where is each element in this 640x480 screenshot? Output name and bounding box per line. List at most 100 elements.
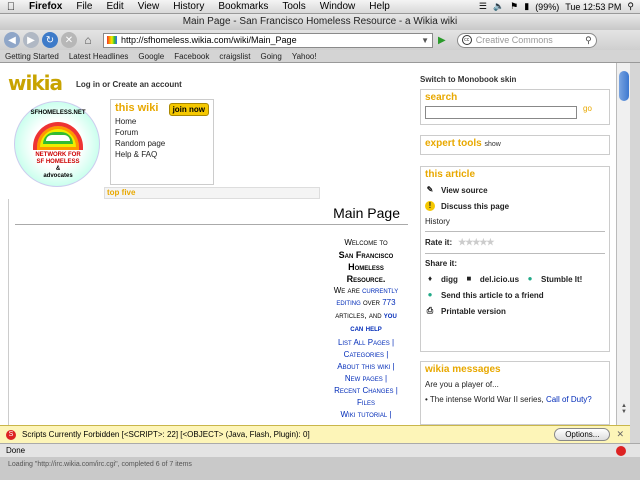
options-button[interactable]: Options...: [554, 428, 611, 441]
link-new-pages[interactable]: New pages: [345, 374, 383, 383]
bookmark-facebook[interactable]: Facebook: [169, 52, 214, 61]
join-now-button[interactable]: join now: [168, 103, 209, 116]
logo-bot: advocates: [43, 173, 73, 179]
bookmark-craigslist[interactable]: craigslist: [214, 52, 255, 61]
call-of-duty-link[interactable]: Call of Duty?: [546, 395, 592, 404]
home-icon[interactable]: ⌂: [80, 32, 96, 48]
url-dropdown-icon[interactable]: ▼: [421, 36, 429, 45]
wikia-messages-heading: wikia messages: [425, 364, 501, 375]
menu-history[interactable]: History: [166, 1, 211, 12]
monobook-link[interactable]: Switch to Monobook skin: [420, 75, 516, 84]
expert-tools-box: expert tools show: [420, 135, 610, 155]
loading-bar: Loading "http://irc.wikia.com/irc.cgi", …: [0, 457, 640, 480]
menu-app[interactable]: Firefox: [22, 1, 69, 12]
bookmark-going[interactable]: Going: [255, 52, 286, 61]
pencil-icon: ✎: [426, 185, 434, 194]
delicious-link[interactable]: del.icio.us: [480, 275, 519, 284]
share-label: Share it:: [425, 259, 458, 268]
rating-stars-icon[interactable]: ★★★★★: [458, 237, 494, 248]
close-icon[interactable]: ✕: [616, 429, 624, 440]
url-text: http://sfhomeless.wikia.com/wiki/Main_Pa…: [121, 35, 297, 45]
spotlight-icon[interactable]: ⚲: [627, 1, 634, 12]
main-links: List All Pages | Categories | About this…: [334, 338, 398, 419]
creative-commons-icon[interactable]: cc: [461, 35, 472, 45]
link-categories[interactable]: Categories: [344, 350, 384, 359]
noscript-status-icon[interactable]: [616, 446, 626, 456]
this-article-box: this article ✎ View source ! Discuss this …: [420, 166, 610, 352]
warning-icon: !: [425, 201, 435, 211]
link-files[interactable]: Files: [357, 398, 375, 407]
noscript-icon: S: [6, 429, 16, 440]
url-field[interactable]: http://sfhomeless.wikia.com/wiki/Main_Pa…: [103, 32, 433, 48]
page-content: wikia Log in or Create an account SFHOME…: [0, 63, 616, 425]
battery-percent: (99%): [535, 1, 560, 12]
site-logo[interactable]: SFHOMELESS.NET NETWORK FOR SF HOMELESS &…: [14, 101, 100, 187]
status-text: Done: [6, 446, 26, 455]
welcome-articles: articles, and: [335, 311, 382, 320]
wikia-logo[interactable]: wikia: [8, 71, 63, 95]
nav-toolbar: ◀ ▶ ↻ ✕ ⌂ http://sfhomeless.wikia.com/wi…: [0, 30, 640, 50]
stumble-link[interactable]: Stumble It!: [541, 275, 582, 284]
link-wiki-tutorial[interactable]: Wiki tutorial: [341, 410, 388, 419]
welcome-over: over: [362, 298, 380, 307]
digg-link[interactable]: digg: [441, 275, 458, 284]
menu-tools[interactable]: Tools: [275, 1, 312, 12]
reload-button[interactable]: ↻: [42, 32, 58, 48]
this-wiki-forum[interactable]: Forum: [111, 127, 213, 138]
this-wiki-help[interactable]: Help & FAQ: [111, 149, 213, 160]
menu-window[interactable]: Window: [313, 1, 363, 12]
history-link[interactable]: History: [421, 214, 609, 229]
logo-mid2: SF HOMELESS: [36, 159, 80, 165]
link-all-pages[interactable]: List All Pages: [338, 338, 390, 347]
bookmark-yahoo[interactable]: Yahoo!: [287, 52, 322, 61]
link-about[interactable]: About this wiki: [337, 362, 390, 371]
vertical-scrollbar[interactable]: ▲ ▼: [616, 63, 630, 425]
volume-icon[interactable]: 🔈: [493, 1, 504, 12]
view-source-link[interactable]: ✎ View source: [421, 182, 609, 198]
welcome-we-are: We are: [333, 286, 360, 295]
delicious-icon: ■: [466, 274, 472, 283]
favicon-icon: [107, 36, 117, 44]
status-bar: Done: [0, 443, 640, 457]
menu-help[interactable]: Help: [362, 1, 397, 12]
link-recent-changes[interactable]: Recent Changes: [334, 386, 393, 395]
printer-icon: ⎙: [426, 306, 434, 315]
wifi-icon[interactable]: ☰: [479, 1, 487, 12]
menu-view[interactable]: View: [131, 1, 167, 12]
article-count-link[interactable]: 773: [382, 298, 395, 307]
bookmark-getting-started[interactable]: Getting Started: [0, 52, 64, 61]
wikia-messages-box: wikia messages Are you a player of... • …: [420, 361, 610, 425]
menu-extras: ☰ 🔈 ⚑ ▮ (99%) Tue 12:53 PM ⚲: [479, 1, 640, 12]
top-five-heading[interactable]: top five: [104, 187, 320, 199]
go-arrow-icon[interactable]: ▶: [438, 35, 446, 46]
wiki-search-input[interactable]: [425, 106, 577, 119]
login-link[interactable]: Log in or Create an account: [76, 80, 182, 89]
menu-file[interactable]: File: [69, 1, 99, 12]
bookmark-google[interactable]: Google: [133, 52, 169, 61]
back-button[interactable]: ◀: [4, 32, 20, 48]
search-placeholder: Creative Commons: [475, 35, 553, 45]
title-divider: [15, 224, 408, 225]
this-wiki-random[interactable]: Random page: [111, 138, 213, 149]
expert-tools-show-link[interactable]: show: [484, 141, 500, 148]
scroll-arrows-icon[interactable]: ▲ ▼: [617, 403, 631, 425]
menu-bar:  Firefox File Edit View History Bookmar…: [0, 0, 640, 14]
menu-bookmarks[interactable]: Bookmarks: [211, 1, 275, 12]
apple-icon[interactable]: : [0, 1, 22, 13]
forward-button[interactable]: ▶: [23, 32, 39, 48]
menu-edit[interactable]: Edit: [99, 1, 130, 12]
wiki-search-go-button[interactable]: go: [583, 104, 592, 113]
clock[interactable]: Tue 12:53 PM: [565, 2, 621, 12]
stop-button[interactable]: ✕: [61, 32, 77, 48]
search-icon[interactable]: ⚲: [585, 35, 592, 46]
scrollbar-thumb[interactable]: [619, 71, 629, 101]
search-heading: search: [425, 92, 458, 103]
this-wiki-home[interactable]: Home: [111, 116, 213, 127]
discuss-link[interactable]: ! Discuss this page: [421, 198, 609, 214]
bookmark-latest-headlines[interactable]: Latest Headlines: [64, 52, 134, 61]
printable-link[interactable]: ⎙ Printable version: [421, 303, 609, 319]
battery-icon[interactable]: ▮: [524, 1, 529, 12]
send-link[interactable]: ● Send this article to a friend: [421, 287, 609, 303]
search-field[interactable]: cc Creative Commons ⚲: [456, 32, 597, 48]
flag-icon[interactable]: ⚑: [510, 1, 518, 12]
